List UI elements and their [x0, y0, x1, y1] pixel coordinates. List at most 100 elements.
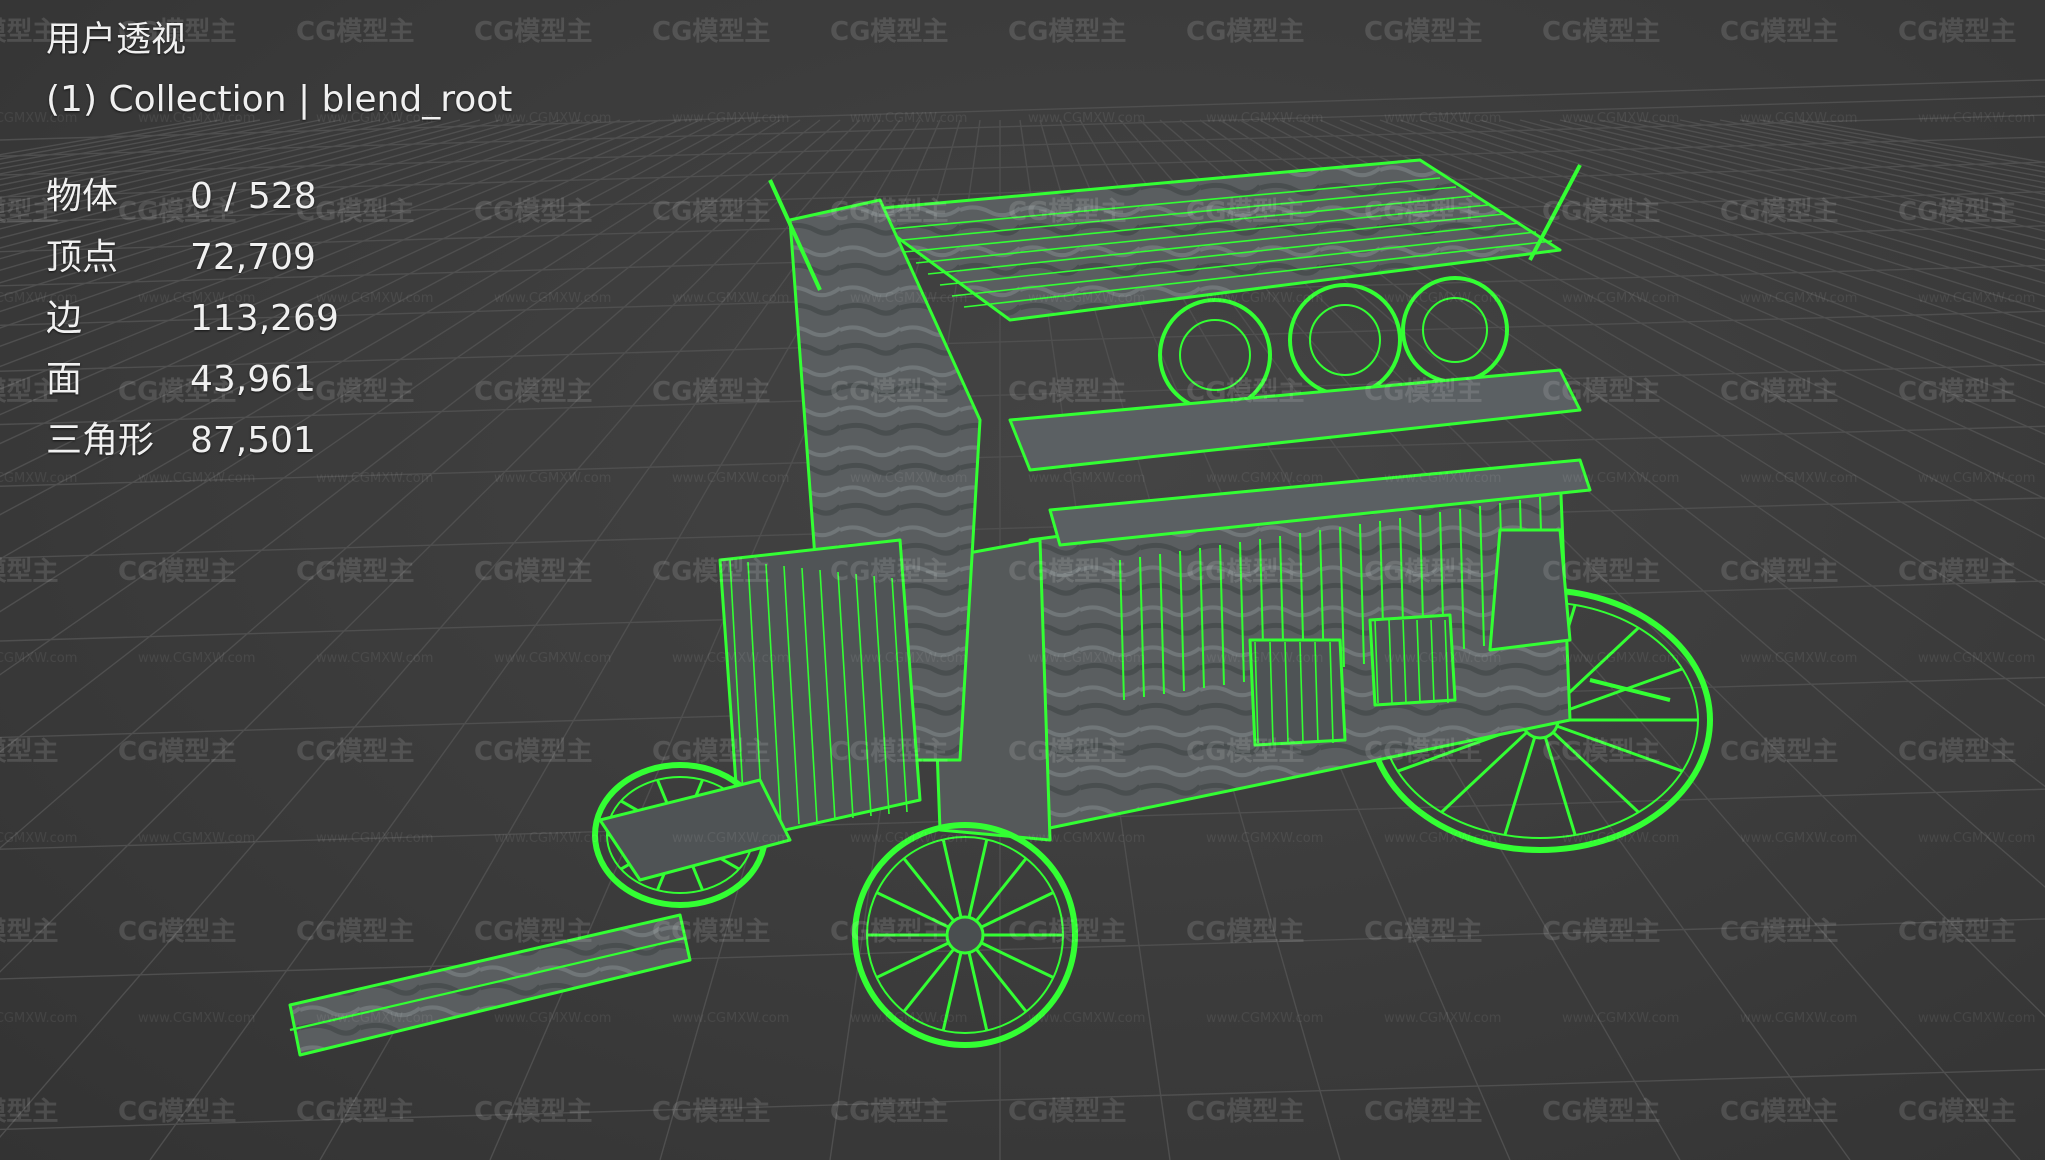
stat-row-objects: 物体 0 / 528 — [46, 166, 512, 227]
svg-text:www.CGMXW.com: www.CGMXW.com — [1384, 831, 1501, 846]
stat-label: 三角形 — [46, 420, 155, 461]
svg-text:www.CGMXW.com: www.CGMXW.com — [316, 831, 433, 846]
svg-text:CG模型主: CG模型主 — [1008, 17, 1126, 47]
3d-viewport[interactable]: CG模型主 www.CGMXW.com CG模型主 www.CGMXW.com CG模型… — [0, 0, 2045, 1160]
svg-text:www.CGMXW.com: www.CGMXW.com — [1384, 471, 1501, 486]
svg-text:CG模型主: CG模型主 — [1364, 197, 1482, 227]
collection-label: (1) Collection | blend_root — [46, 79, 513, 120]
svg-text:CG模型主: CG模型主 — [1542, 737, 1660, 767]
svg-text:CG模型主: CG模型主 — [474, 1097, 592, 1127]
svg-text:www.CGMXW.com: www.CGMXW.com — [1206, 291, 1323, 306]
svg-text:www.CGMXW.com: www.CGMXW.com — [1562, 291, 1679, 306]
svg-text:CG模型主: CG模型主 — [1720, 737, 1838, 767]
viewport-info-overlay: 用户透视 (1) Collection | blend_root 物体 0 / … — [46, 14, 512, 471]
svg-text:www.CGMXW.com: www.CGMXW.com — [1918, 651, 2035, 666]
svg-text:www.CGMXW.com: www.CGMXW.com — [316, 1011, 433, 1026]
svg-text:CG模型主: CG模型主 — [118, 917, 236, 947]
svg-text:CG模型主: CG模型主 — [1720, 1097, 1838, 1127]
svg-text:CG模型主: CG模型主 — [652, 557, 770, 587]
scene-statistics: 物体 0 / 528 顶点 72,709 边 113,269 面 43,961 … — [46, 166, 512, 471]
svg-text:CG模型主: CG模型主 — [1364, 737, 1482, 767]
svg-text:www.CGMXW.com: www.CGMXW.com — [494, 831, 611, 846]
svg-text:www.CGMXW.com: www.CGMXW.com — [850, 291, 967, 306]
svg-text:CG模型主: CG模型主 — [1186, 197, 1304, 227]
svg-text:www.CGMXW.com: www.CGMXW.com — [850, 1011, 967, 1026]
stat-value: 0 / 528 — [190, 176, 317, 217]
svg-text:www.CGMXW.com: www.CGMXW.com — [850, 111, 967, 126]
svg-text:www.CGMXW.com: www.CGMXW.com — [1562, 471, 1679, 486]
svg-text:CG模型主: CG模型主 — [1542, 377, 1660, 407]
svg-text:www.CGMXW.com: www.CGMXW.com — [1384, 1011, 1501, 1026]
svg-text:www.CGMXW.com: www.CGMXW.com — [1740, 1011, 1857, 1026]
svg-text:www.CGMXW.com: www.CGMXW.com — [672, 651, 789, 666]
stat-row-faces: 面 43,961 — [46, 349, 512, 410]
svg-text:www.CGMXW.com: www.CGMXW.com — [672, 1011, 789, 1026]
svg-text:www.CGMXW.com: www.CGMXW.com — [1028, 291, 1145, 306]
svg-text:www.CGMXW.com: www.CGMXW.com — [1028, 651, 1145, 666]
svg-text:www.CGMXW.com: www.CGMXW.com — [1384, 111, 1501, 126]
svg-text:www.CGMXW.com: www.CGMXW.com — [1918, 111, 2035, 126]
svg-text:www.CGMXW.com: www.CGMXW.com — [1562, 1011, 1679, 1026]
stat-label: 物体 — [46, 176, 119, 217]
svg-text:CG模型主: CG模型主 — [1364, 17, 1482, 47]
svg-text:www.CGMXW.com: www.CGMXW.com — [1740, 111, 1857, 126]
svg-text:www.CGMXW.com: www.CGMXW.com — [1918, 291, 2035, 306]
svg-text:www.CGMXW.com: www.CGMXW.com — [850, 651, 967, 666]
stat-value: 113,269 — [190, 298, 339, 339]
svg-text:www.CGMXW.com: www.CGMXW.com — [672, 831, 789, 846]
svg-text:CG模型主: CG模型主 — [1008, 197, 1126, 227]
svg-text:www.CGMXW.com: www.CGMXW.com — [1562, 651, 1679, 666]
svg-text:CG模型主: CG模型主 — [652, 17, 770, 47]
svg-text:CG模型主: CG模型主 — [1364, 557, 1482, 587]
svg-text:CG模型主: CG模型主 — [1186, 737, 1304, 767]
svg-text:www.CGMXW.com: www.CGMXW.com — [316, 651, 433, 666]
svg-text:www.CGMXW.com: www.CGMXW.com — [672, 471, 789, 486]
svg-text:www.CGMXW.com: www.CGMXW.com — [1740, 471, 1857, 486]
svg-text:www.CGMXW.com: www.CGMXW.com — [494, 1011, 611, 1026]
svg-text:www.CGMXW.com: www.CGMXW.com — [316, 471, 433, 486]
svg-text:www.CGMXW.com: www.CGMXW.com — [0, 1011, 77, 1026]
svg-text:CG模型主: CG模型主 — [830, 377, 948, 407]
svg-text:CG模型主: CG模型主 — [1898, 917, 2016, 947]
svg-text:CG模型主: CG模型主 — [1898, 737, 2016, 767]
svg-text:www.CGMXW.com: www.CGMXW.com — [494, 651, 611, 666]
svg-text:www.CGMXW.com: www.CGMXW.com — [672, 111, 789, 126]
svg-text:CG模型主: CG模型主 — [652, 737, 770, 767]
svg-text:www.CGMXW.com: www.CGMXW.com — [1206, 471, 1323, 486]
svg-text:CG模型主: CG模型主 — [1898, 17, 2016, 47]
svg-text:CG模型主: CG模型主 — [118, 1097, 236, 1127]
svg-text:www.CGMXW.com: www.CGMXW.com — [138, 651, 255, 666]
svg-text:CG模型主: CG模型主 — [830, 17, 948, 47]
stat-value: 72,709 — [190, 237, 316, 278]
svg-text:www.CGMXW.com: www.CGMXW.com — [1206, 1011, 1323, 1026]
view-name-label: 用户透视 — [46, 20, 187, 60]
svg-text:www.CGMXW.com: www.CGMXW.com — [1206, 831, 1323, 846]
stat-row-edges: 边 113,269 — [46, 288, 512, 349]
svg-text:www.CGMXW.com: www.CGMXW.com — [1562, 831, 1679, 846]
svg-text:CG模型主: CG模型主 — [1008, 377, 1126, 407]
svg-text:www.CGMXW.com: www.CGMXW.com — [0, 471, 77, 486]
svg-text:CG模型主: CG模型主 — [652, 917, 770, 947]
svg-text:CG模型主: CG模型主 — [1542, 557, 1660, 587]
svg-text:CG模型主: CG模型主 — [1008, 557, 1126, 587]
svg-text:CG模型主: CG模型主 — [1186, 17, 1304, 47]
svg-text:www.CGMXW.com: www.CGMXW.com — [1028, 471, 1145, 486]
svg-text:CG模型主: CG模型主 — [1898, 377, 2016, 407]
stat-label: 边 — [46, 298, 83, 339]
svg-text:CG模型主: CG模型主 — [830, 737, 948, 767]
svg-text:CG模型主: CG模型主 — [830, 1097, 948, 1127]
svg-text:CG模型主: CG模型主 — [1542, 917, 1660, 947]
svg-text:www.CGMXW.com: www.CGMXW.com — [494, 471, 611, 486]
svg-text:CG模型主: CG模型主 — [1186, 377, 1304, 407]
svg-text:www.CGMXW.com: www.CGMXW.com — [850, 471, 967, 486]
svg-text:CG模型主: CG模型主 — [0, 737, 58, 767]
svg-text:CG模型主: CG模型主 — [296, 1097, 414, 1127]
svg-text:www.CGMXW.com: www.CGMXW.com — [1206, 111, 1323, 126]
svg-text:CG模型主: CG模型主 — [0, 917, 58, 947]
svg-text:www.CGMXW.com: www.CGMXW.com — [1562, 111, 1679, 126]
svg-text:www.CGMXW.com: www.CGMXW.com — [1740, 831, 1857, 846]
svg-text:CG模型主: CG模型主 — [830, 557, 948, 587]
svg-text:CG模型主: CG模型主 — [652, 377, 770, 407]
stat-row-vertices: 顶点 72,709 — [46, 227, 512, 288]
svg-text:CG模型主: CG模型主 — [1720, 917, 1838, 947]
